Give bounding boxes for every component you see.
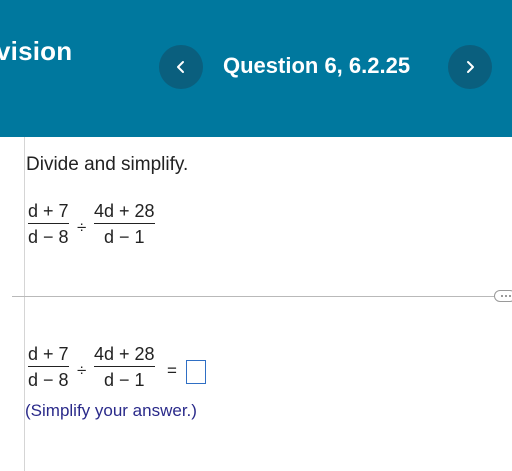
fraction-bar <box>28 366 69 367</box>
section-title: vision <box>0 36 73 66</box>
handle-dot <box>509 295 511 297</box>
fraction-bar <box>94 223 155 224</box>
fraction-bar <box>94 366 155 367</box>
fraction-denominator: d − 1 <box>104 227 145 247</box>
section-divider <box>12 296 496 297</box>
fraction-numerator: d + 7 <box>28 344 69 364</box>
answer-input[interactable] <box>186 360 206 384</box>
division-operator: ÷ <box>77 218 87 237</box>
handle-dot <box>501 295 503 297</box>
question-label: Question 6, 6.2.25 <box>223 53 411 78</box>
fraction-numerator: 4d + 28 <box>94 344 155 364</box>
problem-left-fraction: d + 7 d − 8 <box>28 200 69 248</box>
next-question-button[interactable] <box>448 45 492 89</box>
answer-left-fraction: d + 7 d − 8 <box>28 343 69 391</box>
handle-dot <box>505 295 507 297</box>
drag-handle-icon[interactable] <box>494 290 512 302</box>
header-bar: vision Question 6, 6.2.25 <box>0 0 512 137</box>
fraction-denominator: d − 8 <box>28 227 69 247</box>
fraction-bar <box>28 223 69 224</box>
fraction-denominator: d − 1 <box>104 370 145 390</box>
chevron-left-icon <box>177 61 184 73</box>
chevron-right-icon <box>467 61 474 73</box>
equals-sign: = <box>167 361 177 380</box>
previous-question-button[interactable] <box>159 45 203 89</box>
fraction-denominator: d − 8 <box>28 370 69 390</box>
simplify-hint: (Simplify your answer.) <box>25 401 197 420</box>
instruction-text: Divide and simplify. <box>26 154 189 175</box>
answer-right-fraction: 4d + 28 d − 1 <box>94 343 155 391</box>
fraction-numerator: d + 7 <box>28 201 69 221</box>
fraction-numerator: 4d + 28 <box>94 201 155 221</box>
division-operator: ÷ <box>77 361 87 380</box>
problem-right-fraction: 4d + 28 d − 1 <box>94 200 155 248</box>
